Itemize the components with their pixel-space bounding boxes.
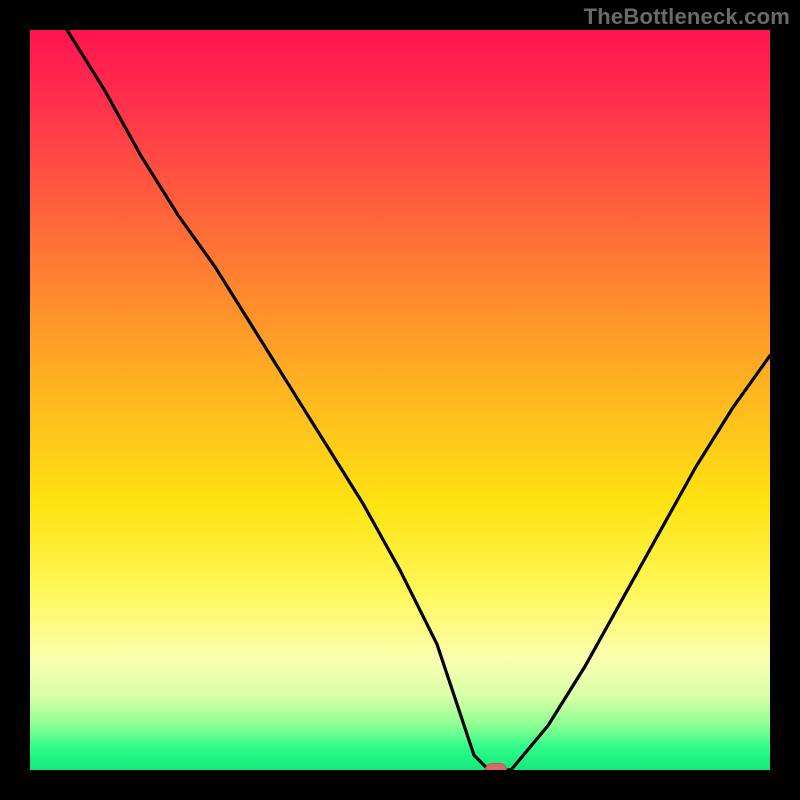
chart-frame: TheBottleneck.com: [0, 0, 800, 800]
optimal-point-marker: [485, 763, 507, 770]
watermark-text: TheBottleneck.com: [584, 4, 790, 30]
bottleneck-curve: [30, 30, 770, 770]
plot-area: [30, 30, 770, 770]
